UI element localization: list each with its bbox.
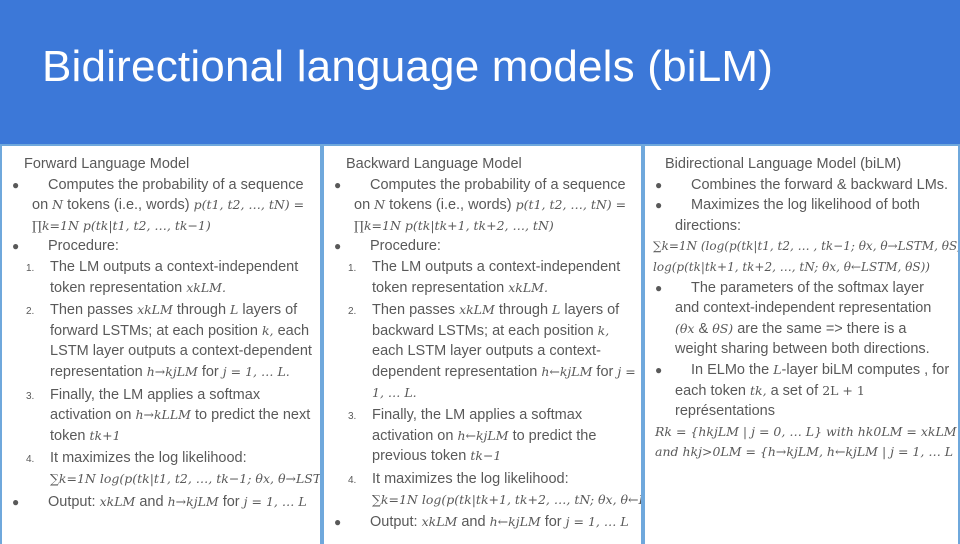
- backward-s4-text: It maximizes the log likelihood:: [372, 470, 569, 487]
- bilm-b1-text: Combines the forward & backward LMs.: [691, 176, 949, 193]
- backward-output-label: Output:: [370, 514, 418, 531]
- backward-step-1: 1. The LM outputs a context-independent …: [332, 257, 639, 298]
- bilm-b4-a: In ELMo the: [691, 361, 770, 378]
- backward-s3-t: tk−1: [470, 448, 502, 464]
- forward-step-2: 2. Then passes xkLM through L layers of …: [10, 300, 318, 382]
- step-number: 1.: [348, 262, 357, 274]
- forward-s2-e: for: [201, 363, 219, 380]
- backward-s2-b: through: [498, 302, 549, 319]
- bilm-bullet-parameters: The parameters of the softmax layer and …: [653, 278, 952, 360]
- backward-s1-text: The LM outputs a context-independent tok…: [372, 258, 621, 296]
- forward-output-label: Output:: [48, 493, 96, 510]
- bilm-formula-line-1: ∑k=1N (log(p(tk|t1, t2, … , tk−1; θx, θ→…: [653, 239, 960, 254]
- forward-step-4: 4. It maximizes the log likelihood: ∑k=1…: [10, 448, 322, 489]
- bilm-formula-line-2: log(p(tk|tk+1, tk+2, …, tN; θx, θ←LSTM, …: [653, 259, 930, 274]
- backward-lm-panel: Backward Language Model Computes the pro…: [322, 144, 643, 544]
- forward-s3-h: h→kLLM: [135, 407, 191, 423]
- backward-step-2: 2. Then passes xkLM through L layers of …: [332, 300, 639, 403]
- step-number: 4.: [26, 454, 35, 466]
- forward-s2-k: k,: [261, 322, 274, 338]
- forward-step-3: 3. Finally, the LM applies a softmax act…: [10, 385, 318, 447]
- backward-s2-e: for: [596, 363, 614, 380]
- backward-output-for: for: [544, 514, 562, 531]
- backward-b1-mid: tokens (i.e., words): [389, 197, 512, 214]
- forward-s3-t: tk+1: [89, 427, 121, 443]
- step-number: 2.: [348, 306, 357, 318]
- forward-s1-symbol: xkLM.: [186, 279, 226, 295]
- step-number: 4.: [348, 474, 357, 486]
- backward-bullet-output: Output: xkLM and h←kjLM for j = 1, … L: [332, 512, 639, 533]
- slide-title: Bidirectional language models (biLM): [42, 42, 774, 91]
- backward-step-3: 3. Finally, the LM applies a softmax act…: [332, 405, 639, 467]
- forward-s4-formula: ∑k=1N log(p(tk|t1, t2, …, tk−1; θx, θ→LS…: [50, 470, 322, 486]
- backward-bullet-procedure: Procedure:: [332, 236, 639, 257]
- forward-step-1: 1. The LM outputs a context-independent …: [10, 257, 318, 298]
- bidirectional-lm-panel: Bidirectional Language Model (biLM) Comb…: [643, 144, 960, 544]
- bilm-b4-c: a set of: [770, 382, 819, 399]
- step-number: 2.: [26, 306, 35, 318]
- forward-output-x: xkLM: [99, 493, 136, 509]
- forward-output-for: for: [222, 493, 240, 510]
- bilm-b3-theta-x: (θx: [675, 320, 695, 336]
- backward-panel-title: Backward Language Model: [346, 156, 522, 172]
- backward-s2-L: L: [552, 302, 561, 318]
- forward-s2-h: h→kjLM: [146, 363, 198, 379]
- backward-s2-symbol: xkLM: [459, 302, 495, 318]
- forward-s4-text: It maximizes the log likelihood:: [50, 450, 247, 467]
- forward-b1-mid: tokens (i.e., words): [67, 197, 190, 214]
- bilm-b3-a: The parameters of the softmax layer and …: [675, 279, 932, 317]
- backward-output-h: h←kjLM: [489, 514, 541, 530]
- step-number: 3.: [348, 411, 357, 423]
- bilm-b2-text: Maximizes the log likelihood of both dir…: [675, 197, 920, 234]
- backward-b1-n: N: [374, 197, 386, 213]
- backward-s2-k: k,: [597, 322, 610, 338]
- bilm-b4-L: L: [773, 361, 782, 377]
- backward-output-x: xkLM: [421, 514, 458, 530]
- step-number: 3.: [26, 390, 35, 402]
- backward-s4-formula: ∑k=1N log(p(tk|tk+1, tk+2, …, tN; θx, θ←…: [372, 491, 641, 507]
- bilm-r-definition-1: Rk = {hkjLM | j = 0, … L} with hk0LM = x…: [655, 423, 957, 439]
- forward-panel-title: Forward Language Model: [24, 156, 190, 172]
- bilm-b3-theta-s: θS): [712, 320, 734, 336]
- forward-output-j: j = 1, … L: [243, 493, 307, 509]
- backward-procedure-label: Procedure:: [370, 238, 441, 255]
- forward-b1-n: N: [52, 197, 64, 213]
- bilm-b4-d: représentations: [675, 403, 775, 420]
- forward-s2-a: Then passes: [50, 302, 134, 319]
- bilm-bullet-maximizes: Maximizes the log likelihood of both dir…: [653, 195, 952, 236]
- bilm-b3-amp: &: [698, 320, 709, 337]
- forward-output-and: and: [139, 493, 164, 510]
- forward-s2-b: through: [176, 302, 227, 319]
- bilm-bullet-combines: Combines the forward & backward LMs.: [653, 175, 952, 196]
- backward-output-and: and: [461, 514, 486, 531]
- bilm-b4-t: tk,: [749, 382, 767, 398]
- bidirectional-panel-title: Bidirectional Language Model (biLM): [665, 156, 902, 172]
- forward-s2-j: j = 1, … L.: [222, 363, 290, 379]
- forward-bullet-output: Output: xkLM and h→kjLM for j = 1, … L: [10, 492, 318, 513]
- forward-output-h: h→kjLM: [167, 493, 219, 509]
- forward-s2-L: L: [230, 302, 239, 318]
- backward-step-4: 4. It maximizes the log likelihood: ∑k=1…: [332, 469, 641, 510]
- forward-lm-panel: Forward Language Model Computes the prob…: [0, 144, 322, 544]
- bilm-b4-count: 2L + 1: [822, 382, 865, 398]
- backward-s2-a: Then passes: [372, 302, 456, 319]
- bilm-r-definition-2: and hkj>0LM = {h→kjLM, h←kjLM | j = 1, ……: [655, 444, 954, 460]
- backward-s1-symbol: xkLM.: [508, 279, 548, 295]
- forward-bullet-procedure: Procedure:: [10, 236, 318, 257]
- title-bar: Bidirectional language models (biLM): [0, 0, 960, 144]
- backward-s3-h: h←kjLM: [457, 427, 509, 443]
- forward-s2-symbol: xkLM: [137, 302, 173, 318]
- backward-output-j: j = 1, … L: [565, 514, 629, 530]
- forward-bullet-probability: Computes the probability of a sequence o…: [10, 175, 318, 237]
- forward-procedure-label: Procedure:: [48, 238, 119, 255]
- backward-s2-h: h←kjLM: [541, 363, 593, 379]
- step-number: 1.: [26, 262, 35, 274]
- forward-s1-text: The LM outputs a context-independent tok…: [50, 258, 299, 296]
- backward-bullet-probability: Computes the probability of a sequence o…: [332, 175, 639, 237]
- bilm-bullet-elmo: In ELMo the L-layer biLM computes , for …: [653, 360, 952, 422]
